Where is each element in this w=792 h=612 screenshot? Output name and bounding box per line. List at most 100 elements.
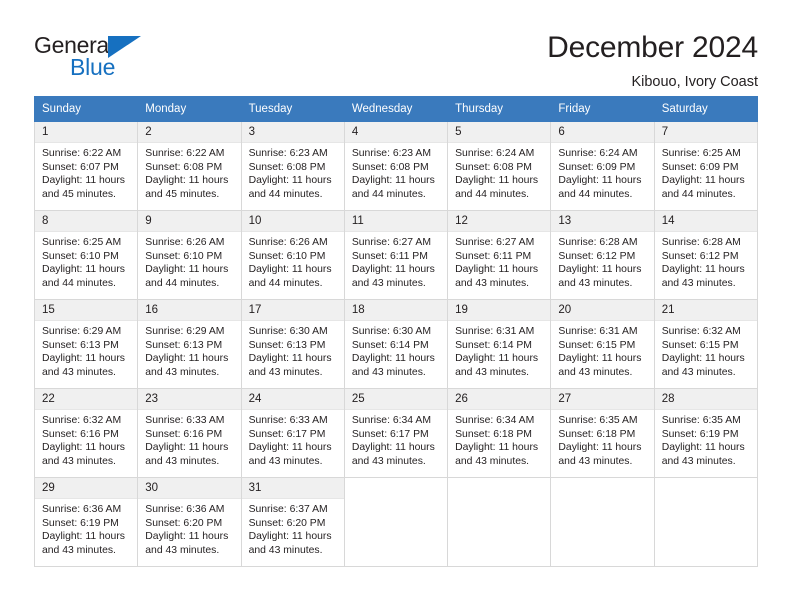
- day-number: 24: [241, 389, 344, 410]
- day-number: 8: [35, 211, 138, 232]
- calendar-week-row: 29 Sunrise: 6:36 AM Sunset: 6:19 PM Dayligh…: [33, 477, 759, 567]
- sunrise-text: Sunrise: 6:29 AM: [42, 326, 122, 337]
- sunset-text: Sunset: 6:12 PM: [558, 250, 636, 262]
- day-details: Sunrise: 6:36 AM Sunset: 6:20 PM Daylight:…: [138, 499, 240, 557]
- title-block: December 2024 Kibouo, Ivory Coast: [547, 28, 758, 92]
- sunrise-text: Sunrise: 6:29 AM: [145, 326, 225, 337]
- calendar-day-cell[interactable]: 24 Sunrise: 6:33 AM Sunset: 6:17 PM Dayligh…: [240, 388, 345, 478]
- sunrise-text: Sunrise: 6:26 AM: [248, 237, 328, 248]
- calendar-week-row: 15 Sunrise: 6:29 AM Sunset: 6:13 PM Dayligh…: [33, 299, 759, 389]
- day-number: 26: [448, 389, 551, 410]
- calendar-day-cell[interactable]: 23 Sunrise: 6:33 AM Sunset: 6:16 PM Dayligh…: [137, 388, 242, 478]
- sunrise-text: Sunrise: 6:27 AM: [455, 237, 535, 248]
- calendar-day-cell[interactable]: 8 Sunrise: 6:25 AM Sunset: 6:10 PM Daylight…: [33, 210, 139, 300]
- calendar-cell-empty: [653, 477, 759, 567]
- calendar-day-cell[interactable]: 10 Sunrise: 6:26 AM Sunset: 6:10 PM Dayligh…: [240, 210, 345, 300]
- day-details: Sunrise: 6:32 AM Sunset: 6:15 PM Daylight:…: [655, 321, 757, 379]
- sunset-text: Sunset: 6:08 PM: [145, 161, 223, 173]
- calendar-cell-empty: [447, 477, 552, 567]
- sunrise-text: Sunrise: 6:22 AM: [42, 148, 122, 159]
- sunset-text: Sunset: 6:20 PM: [145, 517, 223, 529]
- calendar-day-cell[interactable]: 14 Sunrise: 6:28 AM Sunset: 6:12 PM Dayligh…: [653, 210, 759, 300]
- sunrise-text: Sunrise: 6:33 AM: [248, 415, 328, 426]
- day-details: Sunrise: 6:33 AM Sunset: 6:16 PM Daylight:…: [138, 410, 240, 468]
- calendar-day-cell[interactable]: 2 Sunrise: 6:22 AM Sunset: 6:08 PM Daylight…: [137, 121, 242, 211]
- calendar-day-cell[interactable]: 13 Sunrise: 6:28 AM Sunset: 6:12 PM Dayligh…: [550, 210, 655, 300]
- day-details: Sunrise: 6:25 AM Sunset: 6:10 PM Daylight:…: [35, 232, 137, 290]
- calendar-day-cell[interactable]: 21 Sunrise: 6:32 AM Sunset: 6:15 PM Dayligh…: [653, 299, 759, 389]
- day-details: Sunrise: 6:24 AM Sunset: 6:08 PM Daylight:…: [448, 143, 550, 201]
- sunrise-text: Sunrise: 6:30 AM: [351, 326, 431, 337]
- day-details: Sunrise: 6:34 AM Sunset: 6:17 PM Daylight:…: [345, 410, 447, 468]
- calendar-day-cell[interactable]: 6 Sunrise: 6:24 AM Sunset: 6:09 PM Daylight…: [550, 121, 655, 211]
- day-details: Sunrise: 6:35 AM Sunset: 6:18 PM Daylight:…: [551, 410, 653, 468]
- daylight-text: Daylight: 11 hours and 43 minutes.: [558, 353, 642, 378]
- general-blue-logo[interactable]: General Blue: [34, 28, 224, 79]
- day-details: Sunrise: 6:23 AM Sunset: 6:08 PM Daylight:…: [345, 143, 447, 201]
- calendar-day-cell[interactable]: 16 Sunrise: 6:29 AM Sunset: 6:13 PM Dayligh…: [137, 299, 242, 389]
- day-details: Sunrise: 6:33 AM Sunset: 6:17 PM Daylight:…: [242, 410, 344, 468]
- calendar-day-cell[interactable]: 17 Sunrise: 6:30 AM Sunset: 6:13 PM Dayligh…: [240, 299, 345, 389]
- calendar-day-cell[interactable]: 26 Sunrise: 6:34 AM Sunset: 6:18 PM Dayligh…: [447, 388, 552, 478]
- sunrise-text: Sunrise: 6:35 AM: [661, 415, 741, 426]
- calendar-day-cell[interactable]: 20 Sunrise: 6:31 AM Sunset: 6:15 PM Dayligh…: [550, 299, 655, 389]
- sunset-text: Sunset: 6:13 PM: [248, 339, 326, 351]
- calendar-day-cell[interactable]: 28 Sunrise: 6:35 AM Sunset: 6:19 PM Dayligh…: [653, 388, 759, 478]
- calendar-day-cell[interactable]: 9 Sunrise: 6:26 AM Sunset: 6:10 PM Daylight…: [137, 210, 242, 300]
- day-number: 15: [35, 300, 138, 321]
- daylight-text: Daylight: 11 hours and 43 minutes.: [42, 353, 125, 378]
- daylight-text: Daylight: 11 hours and 43 minutes.: [248, 353, 332, 378]
- calendar-day-cell[interactable]: 31 Sunrise: 6:37 AM Sunset: 6:20 PM Dayligh…: [240, 477, 345, 567]
- day-number: 19: [448, 300, 551, 321]
- day-number: 14: [654, 211, 757, 232]
- day-details: Sunrise: 6:31 AM Sunset: 6:14 PM Daylight:…: [448, 321, 550, 379]
- day-number-blank: [448, 478, 551, 499]
- day-number-blank: [344, 478, 448, 499]
- calendar-day-cell[interactable]: 4 Sunrise: 6:23 AM Sunset: 6:08 PM Daylight…: [343, 121, 449, 211]
- logo-triangle-icon: [108, 31, 142, 58]
- day-number: 16: [138, 300, 241, 321]
- sunrise-text: Sunrise: 6:28 AM: [558, 237, 638, 248]
- daylight-text: Daylight: 11 hours and 43 minutes.: [145, 531, 229, 556]
- sunset-text: Sunset: 6:20 PM: [248, 517, 326, 529]
- day-details: Sunrise: 6:26 AM Sunset: 6:10 PM Daylight:…: [138, 232, 240, 290]
- calendar-body: 1 Sunrise: 6:22 AM Sunset: 6:07 PM Daylight…: [33, 121, 759, 567]
- calendar-day-cell[interactable]: 18 Sunrise: 6:30 AM Sunset: 6:14 PM Dayligh…: [343, 299, 449, 389]
- sunset-text: Sunset: 6:18 PM: [455, 428, 532, 440]
- daylight-text: Daylight: 11 hours and 43 minutes.: [145, 442, 229, 467]
- day-details: Sunrise: 6:37 AM Sunset: 6:20 PM Daylight:…: [242, 499, 344, 557]
- calendar-day-cell[interactable]: 11 Sunrise: 6:27 AM Sunset: 6:11 PM Dayligh…: [343, 210, 449, 300]
- day-number: 9: [138, 211, 241, 232]
- day-details: Sunrise: 6:27 AM Sunset: 6:11 PM Daylight:…: [345, 232, 447, 290]
- day-number: 17: [241, 300, 344, 321]
- calendar-day-cell[interactable]: 25 Sunrise: 6:34 AM Sunset: 6:17 PM Dayligh…: [343, 388, 449, 478]
- weekday-header-saturday: Saturday: [653, 96, 759, 122]
- day-details: Sunrise: 6:34 AM Sunset: 6:18 PM Daylight:…: [448, 410, 550, 468]
- calendar-day-cell[interactable]: 5 Sunrise: 6:24 AM Sunset: 6:08 PM Daylight…: [447, 121, 552, 211]
- daylight-text: Daylight: 11 hours and 43 minutes.: [351, 264, 435, 289]
- page-masthead: General Blue December 2024 Kibouo, Ivory…: [0, 0, 792, 96]
- weekday-header-tuesday: Tuesday: [240, 96, 345, 122]
- calendar-day-cell[interactable]: 1 Sunrise: 6:22 AM Sunset: 6:07 PM Daylight…: [33, 121, 139, 211]
- daylight-text: Daylight: 11 hours and 43 minutes.: [351, 353, 435, 378]
- calendar-day-cell[interactable]: 29 Sunrise: 6:36 AM Sunset: 6:19 PM Dayligh…: [33, 477, 139, 567]
- sunrise-text: Sunrise: 6:24 AM: [455, 148, 535, 159]
- sunset-text: Sunset: 6:09 PM: [661, 161, 739, 173]
- daylight-text: Daylight: 11 hours and 44 minutes.: [145, 264, 229, 289]
- daylight-text: Daylight: 11 hours and 44 minutes.: [248, 175, 332, 200]
- sunset-text: Sunset: 6:18 PM: [558, 428, 636, 440]
- daylight-text: Daylight: 11 hours and 43 minutes.: [42, 531, 125, 556]
- calendar-day-cell[interactable]: 30 Sunrise: 6:36 AM Sunset: 6:20 PM Dayligh…: [137, 477, 242, 567]
- sunset-text: Sunset: 6:13 PM: [145, 339, 223, 351]
- calendar-day-cell[interactable]: 19 Sunrise: 6:31 AM Sunset: 6:14 PM Dayligh…: [447, 299, 552, 389]
- calendar-day-cell[interactable]: 7 Sunrise: 6:25 AM Sunset: 6:09 PM Daylight…: [653, 121, 759, 211]
- day-details: Sunrise: 6:30 AM Sunset: 6:13 PM Daylight:…: [242, 321, 344, 379]
- calendar-day-cell[interactable]: 27 Sunrise: 6:35 AM Sunset: 6:18 PM Dayligh…: [550, 388, 655, 478]
- calendar-day-cell[interactable]: 12 Sunrise: 6:27 AM Sunset: 6:11 PM Dayligh…: [447, 210, 552, 300]
- daylight-text: Daylight: 11 hours and 43 minutes.: [455, 264, 539, 289]
- calendar-day-cell[interactable]: 15 Sunrise: 6:29 AM Sunset: 6:13 PM Dayligh…: [33, 299, 139, 389]
- calendar-day-cell[interactable]: 22 Sunrise: 6:32 AM Sunset: 6:16 PM Dayligh…: [33, 388, 139, 478]
- calendar-day-cell[interactable]: 3 Sunrise: 6:23 AM Sunset: 6:08 PM Daylight…: [240, 121, 345, 211]
- sunrise-text: Sunrise: 6:37 AM: [248, 504, 328, 515]
- day-number: 7: [654, 122, 757, 143]
